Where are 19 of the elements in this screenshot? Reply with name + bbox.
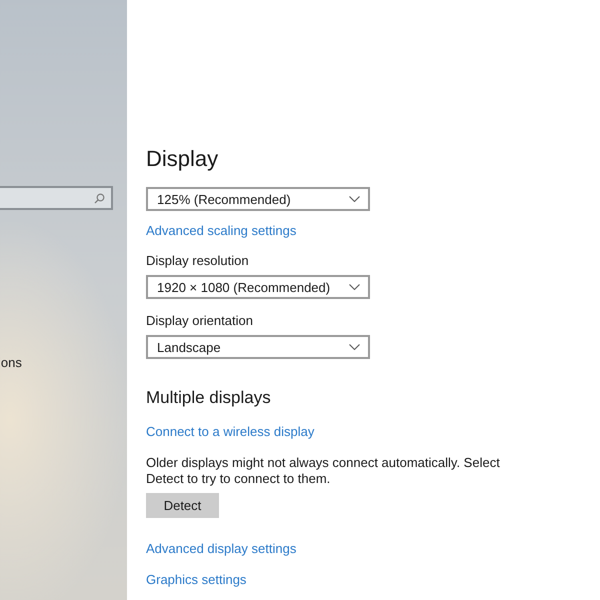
link[interactable]: Advanced display settings: [146, 541, 296, 557]
search-icon: [94, 192, 105, 204]
link[interactable]: Graphics settings: [146, 572, 246, 588]
detect-button[interactable]: Detect: [146, 493, 219, 518]
search-field[interactable]: [0, 186, 113, 210]
description-text: Older displays might not always connect automatically. Select Detect to try to connect to them.: [146, 455, 501, 487]
field-label: Display orientation: [146, 313, 253, 329]
field-label: Display resolution: [146, 253, 249, 269]
dropdown[interactable]: Landscape: [146, 335, 370, 359]
section-heading: Multiple displays: [146, 387, 271, 409]
sidebar-item[interactable]: ions: [0, 355, 22, 370]
dropdown[interactable]: 1920 × 1080 (Recommended): [146, 275, 370, 299]
chevron-icon: [349, 284, 360, 290]
link[interactable]: Connect to a wireless display: [146, 424, 314, 440]
chevron-icon: [349, 344, 360, 350]
dropdown[interactable]: 125% (Recommended): [146, 187, 370, 211]
chevron-icon: [349, 196, 360, 202]
page-title: Display: [146, 146, 218, 172]
link[interactable]: Advanced scaling settings: [146, 223, 296, 239]
